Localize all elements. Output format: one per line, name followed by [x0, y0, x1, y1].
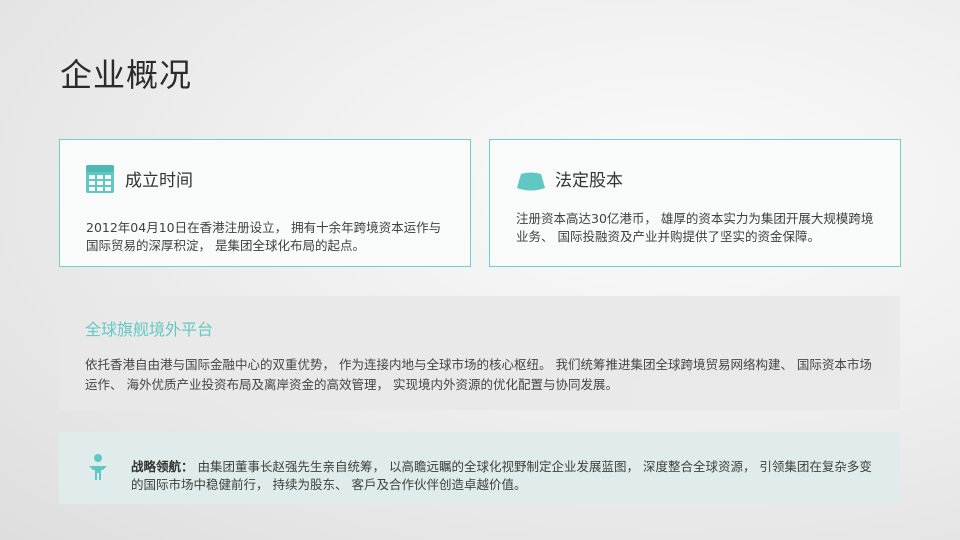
calendar-icon	[85, 164, 115, 194]
capital-title: 法定股本	[555, 171, 623, 191]
platform-body: 依托香港自由港与国际金融中心的双重优势， 作为连接内地与全球市场的核心枢纽。 我…	[85, 357, 872, 392]
founding-card: 成立时间 2012年04月10日在香港注册设立， 拥有十余年跨境资本运作与国际贸…	[59, 139, 471, 267]
ingot-icon	[516, 166, 546, 196]
strategy-text: 战略领航： 由集团董事长赵强先生亲自统筹， 以高瞻远瞩的全球化视野制定企业发展蓝…	[131, 458, 876, 494]
page-title: 企业概况	[60, 56, 193, 94]
strategy-label: 战略领航：	[131, 459, 194, 474]
strategy-body: 由集团董事长赵强先生亲自统筹， 以高瞻远瞩的全球化视野制定企业发展蓝图， 深度整…	[131, 459, 872, 492]
platform-section: 全球旗舰境外平台 依托香港自由港与国际金融中心的双重优势， 作为连接内地与全球市…	[59, 296, 900, 410]
capital-body: 注册资本高达30亿港币， 雄厚的资本实力为集团开展大规模跨境业务、 国际投融资及…	[516, 211, 874, 244]
founding-title: 成立时间	[125, 171, 193, 191]
strategy-section: 战略领航： 由集团董事长赵强先生亲自统筹， 以高瞻远瞩的全球化视野制定企业发展蓝…	[59, 432, 900, 504]
capital-card: 法定股本 注册资本高达30亿港币， 雄厚的资本实力为集团开展大规模跨境业务、 国…	[489, 139, 901, 267]
founding-body: 2012年04月10日在香港注册设立， 拥有十余年跨境资本运作与国际贸易的深厚积…	[86, 220, 442, 253]
person-icon	[86, 453, 110, 481]
platform-title: 全球旗舰境外平台	[85, 320, 214, 339]
